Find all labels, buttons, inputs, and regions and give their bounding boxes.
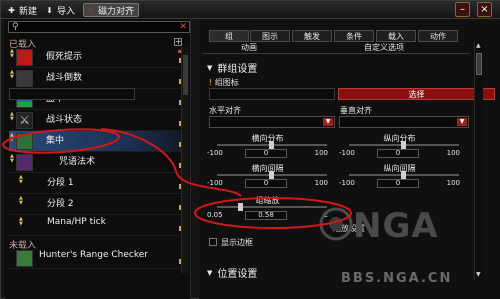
aura-row[interactable]: ▲ ▼ Mana/HP tick: [9, 215, 187, 236]
scrollbar-thumb[interactable]: [476, 53, 482, 75]
sword-icon: ⚔: [16, 112, 33, 129]
lion-logo-icon: [319, 207, 353, 241]
slider-value-input[interactable]: 0: [377, 179, 419, 188]
slider-value-input[interactable]: 0: [245, 179, 287, 188]
aura-row[interactable]: ▲ ▼ 假死提示: [9, 47, 187, 68]
toolbar: ✚ 新建 ⬇ 导入 ∩ 磁力对齐 – ×: [1, 1, 500, 19]
scroll-down-icon[interactable]: ▼: [476, 271, 481, 278]
tab-actions[interactable]: 动作: [418, 30, 458, 42]
chevron-down-icon: ▼: [207, 63, 213, 72]
tab-custom-options[interactable]: 自定义选项: [339, 42, 429, 53]
slider-thumb[interactable]: [269, 171, 274, 179]
aura-icon: [16, 133, 33, 150]
watermark-site: BBS.NGA.CN: [341, 271, 453, 286]
aura-row[interactable]: ▲ ▼ 咒语法术: [9, 152, 187, 173]
weakauras-options-window: ✚ 新建 ⬇ 导入 ∩ 磁力对齐 – × ⚲ ✕ 已载入 + ▲▼ 假死提示: [0, 0, 500, 299]
aura-icon: [16, 49, 33, 66]
show-border-checkbox[interactable]: [209, 238, 217, 246]
v-align-label: 垂直对齐: [340, 106, 372, 115]
h-gap-slider[interactable]: 横向间隔 -100 0 100: [207, 163, 328, 188]
chevron-down-icon[interactable]: ▼: [323, 118, 333, 126]
move-arrows-icon[interactable]: ▲▼: [10, 49, 15, 59]
group-icon-preview: [9, 88, 135, 100]
slider-thumb[interactable]: [269, 141, 274, 149]
aura-list-scrollbar[interactable]: [181, 47, 189, 273]
tab-display[interactable]: 图示: [250, 30, 290, 42]
group-icon-label: ! 组图标: [209, 78, 239, 87]
aura-row[interactable]: ▲ ▼ ⚔ 战斗状态: [9, 110, 187, 131]
position-settings-header[interactable]: ▼ 位置设置: [207, 265, 257, 281]
aura-row[interactable]: ▲ ▼ 分段 1: [9, 173, 187, 194]
tab-group[interactable]: 组: [209, 30, 249, 42]
options-scrollbar[interactable]: ▲ ▼: [474, 41, 483, 281]
slider-value-input[interactable]: 0: [377, 149, 419, 158]
chevron-down-icon: ▼: [207, 268, 213, 277]
group-scale-slider[interactable]: 组缩放 0.05 0.58 2: [207, 195, 328, 220]
watermark-logo: NGA: [353, 206, 439, 246]
magnet-icon: ∩: [87, 5, 94, 15]
scrollbar-thumb[interactable]: [183, 55, 188, 95]
choose-icon-button[interactable]: 选择: [338, 88, 495, 100]
group-icon-field[interactable]: [209, 88, 335, 100]
aura-icon: [16, 154, 33, 171]
search-icon: ⚲: [12, 22, 19, 32]
new-button[interactable]: ✚ 新建: [7, 3, 37, 17]
h-align-dropdown[interactable]: ▼: [209, 116, 335, 128]
aura-icon: [16, 70, 33, 87]
aura-row-selected[interactable]: ▲ ▼ 集中: [9, 131, 187, 152]
slider-value-input[interactable]: 0.58: [245, 211, 287, 220]
new-icon: ✚: [8, 5, 15, 15]
move-arrows-icon[interactable]: ▲▼: [10, 70, 15, 80]
magnet-align-button[interactable]: ∩ 磁力对齐: [83, 3, 140, 17]
slider-thumb[interactable]: [401, 171, 406, 179]
v-gap-slider[interactable]: 纵向间隔 -100 0 100: [339, 163, 460, 188]
aura-row[interactable]: ▲ ▼ 分段 2: [9, 194, 187, 215]
tab-trigger[interactable]: 触发: [292, 30, 332, 42]
move-arrows-icon[interactable]: ▲▼: [10, 133, 15, 143]
aura-row[interactable]: ▲ ▼ 战斗倒数: [9, 68, 187, 89]
v-spread-slider[interactable]: 纵向分布 -100 0 100: [339, 133, 460, 158]
tab-animations[interactable]: 动画: [229, 42, 269, 53]
import-button[interactable]: ⬇ 导入: [45, 3, 75, 17]
close-button[interactable]: ×: [477, 2, 492, 17]
group-settings-header[interactable]: ▼ 群组设置: [207, 60, 257, 76]
h-spread-slider[interactable]: 横向分布 -100 0 100: [207, 133, 328, 158]
slider-thumb[interactable]: [401, 141, 406, 149]
aura-icon: [16, 250, 33, 267]
move-arrows-icon[interactable]: ▲▼: [10, 112, 15, 122]
tab-conditions[interactable]: 条件: [334, 30, 374, 42]
chevron-down-icon[interactable]: ▼: [457, 118, 467, 126]
search-input[interactable]: ⚲ ✕: [8, 21, 190, 33]
aura-row[interactable]: Hunter's Range Checker: [9, 248, 187, 269]
h-align-label: 水平对齐: [209, 106, 241, 115]
scroll-up-icon[interactable]: ▲: [476, 42, 481, 49]
move-arrows-icon[interactable]: ▲▼: [19, 196, 24, 206]
options-panel: 组 图示 触发 条件 载入 动作 动画 自定义选项 ▼ 群组设置 ! 组图标 选…: [9, 19, 500, 299]
slider-value-input[interactable]: 0: [245, 149, 287, 158]
clear-search-icon[interactable]: ✕: [179, 22, 187, 32]
move-arrows-icon[interactable]: ▲▼: [19, 175, 24, 185]
show-border-label: 显示边框: [221, 238, 253, 247]
add-group-button[interactable]: +: [174, 38, 182, 46]
move-arrows-icon[interactable]: ▲▼: [19, 217, 24, 227]
tab-divider: [203, 53, 469, 54]
minimize-button[interactable]: –: [455, 2, 470, 17]
slider-thumb[interactable]: [238, 203, 243, 211]
warning-icon: !: [209, 78, 213, 87]
aura-list-panel: ⚲ ✕ 已载入 + ▲▼ 假死提示 ▲▼ 战斗倒数 ▲▼ 盔甲 ▲▼ ⚔: [5, 19, 191, 299]
import-icon: ⬇: [46, 5, 53, 15]
v-align-dropdown[interactable]: ▼: [339, 116, 469, 128]
move-arrows-icon[interactable]: ▲▼: [10, 154, 15, 164]
slider-track[interactable]: [217, 206, 327, 208]
tab-load[interactable]: 载入: [376, 30, 416, 42]
